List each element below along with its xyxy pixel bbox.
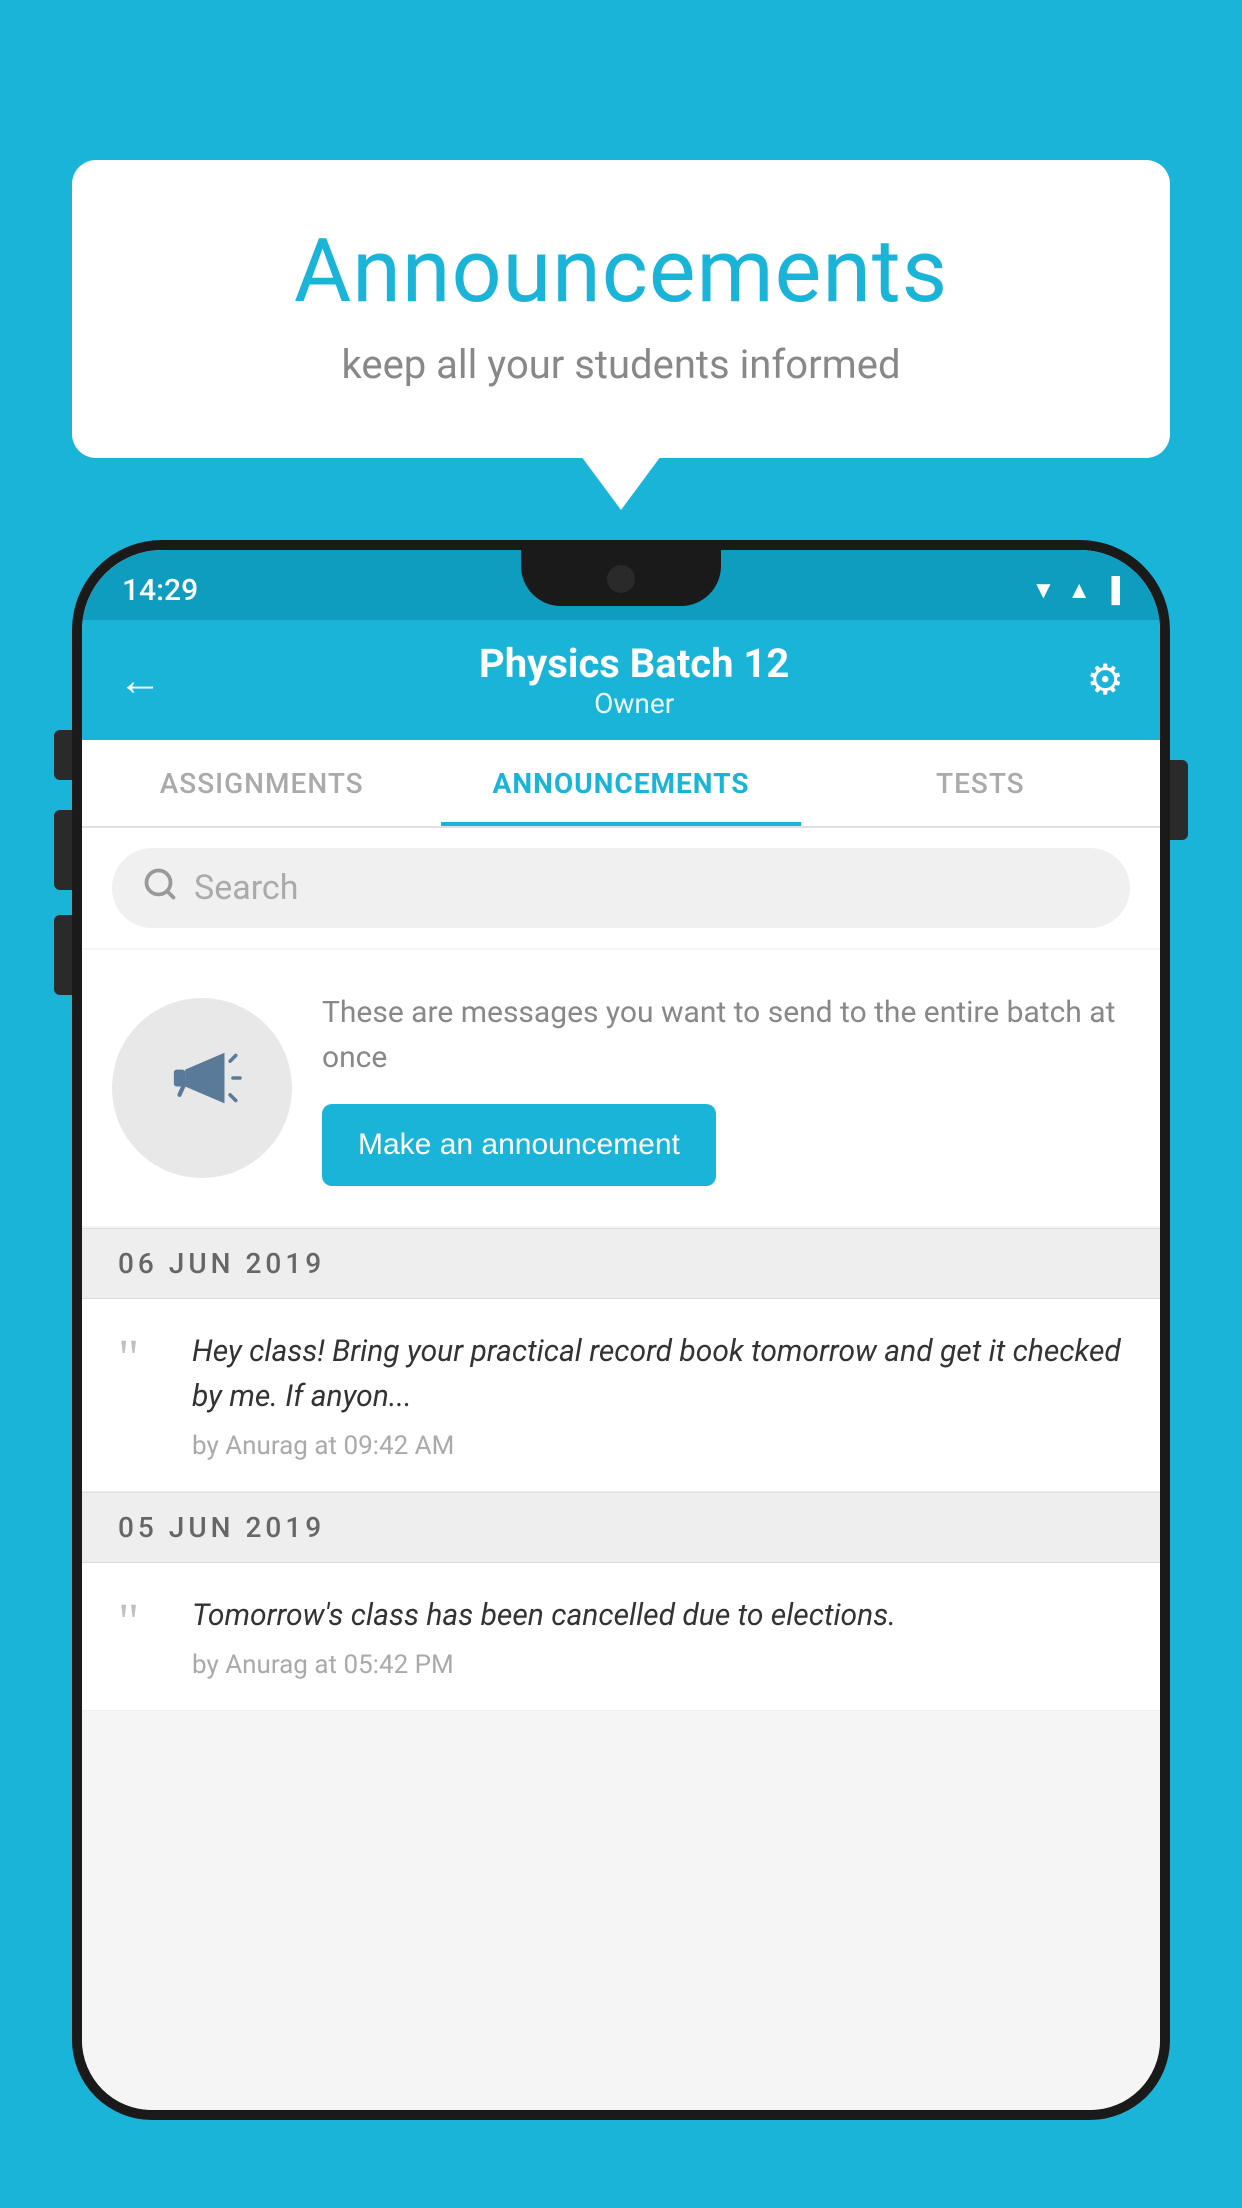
- promo-card: These are messages you want to send to t…: [82, 950, 1160, 1226]
- announcement-item-2[interactable]: " Tomorrow's class has been cancelled du…: [82, 1563, 1160, 1711]
- volume-down-button: [54, 915, 72, 995]
- phone-outer: 14:29 ▼ ▲ ▐ ← Physics Batch 12 Owner ⚙: [72, 540, 1170, 2120]
- announcement-content-1: Hey class! Bring your practical record b…: [192, 1329, 1124, 1461]
- signal-icon: ▲: [1067, 576, 1091, 605]
- search-icon: [142, 866, 178, 911]
- announcement-content-2: Tomorrow's class has been cancelled due …: [192, 1593, 1124, 1680]
- power-button: [54, 730, 72, 780]
- promo-icon-circle: [112, 998, 292, 1178]
- batch-title: Physics Batch 12: [182, 640, 1086, 687]
- speech-bubble-container: Announcements keep all your students inf…: [72, 160, 1170, 458]
- tabs-container: ASSIGNMENTS ANNOUNCEMENTS TESTS: [82, 740, 1160, 828]
- make-announcement-button[interactable]: Make an announcement: [322, 1104, 716, 1186]
- speech-bubble: Announcements keep all your students inf…: [72, 160, 1170, 458]
- quote-icon-1: ": [118, 1333, 168, 1385]
- content-area: Search: [82, 828, 1160, 2110]
- date-separator-1: 06 JUN 2019: [82, 1228, 1160, 1299]
- announcement-meta-2: by Anurag at 05:42 PM: [192, 1650, 1124, 1680]
- tab-announcements[interactable]: ANNOUNCEMENTS: [441, 740, 800, 826]
- megaphone-icon: [157, 1033, 247, 1143]
- phone-notch: [521, 550, 721, 606]
- search-bar[interactable]: Search: [112, 848, 1130, 928]
- promo-description: These are messages you want to send to t…: [322, 990, 1130, 1080]
- app-bar-title-section: Physics Batch 12 Owner: [182, 640, 1086, 720]
- announcement-text-2: Tomorrow's class has been cancelled due …: [192, 1593, 1124, 1638]
- search-bar-container: Search: [82, 828, 1160, 948]
- search-placeholder: Search: [194, 868, 298, 908]
- volume-up-button: [54, 810, 72, 890]
- quote-icon-2: ": [118, 1597, 168, 1649]
- tab-assignments[interactable]: ASSIGNMENTS: [82, 740, 441, 826]
- announcement-item-1[interactable]: " Hey class! Bring your practical record…: [82, 1299, 1160, 1492]
- tab-tests[interactable]: TESTS: [801, 740, 1160, 826]
- settings-icon[interactable]: ⚙: [1086, 655, 1124, 705]
- app-bar: ← Physics Batch 12 Owner ⚙: [82, 620, 1160, 740]
- speech-bubble-subtitle: keep all your students informed: [152, 341, 1090, 388]
- batch-role: Owner: [182, 687, 1086, 720]
- back-button[interactable]: ←: [118, 654, 162, 706]
- announcement-meta-1: by Anurag at 09:42 AM: [192, 1431, 1124, 1461]
- speech-bubble-title: Announcements: [152, 220, 1090, 323]
- announcement-text-1: Hey class! Bring your practical record b…: [192, 1329, 1124, 1419]
- front-camera: [607, 565, 635, 593]
- wifi-icon: ▼: [1031, 576, 1055, 605]
- promo-content: These are messages you want to send to t…: [322, 990, 1130, 1186]
- date-separator-2: 05 JUN 2019: [82, 1492, 1160, 1563]
- status-time: 14:29: [122, 573, 198, 608]
- phone-container: 14:29 ▼ ▲ ▐ ← Physics Batch 12 Owner ⚙: [72, 540, 1170, 2208]
- volume-button-right: [1170, 760, 1188, 840]
- battery-icon: ▐: [1103, 576, 1120, 605]
- phone-screen: 14:29 ▼ ▲ ▐ ← Physics Batch 12 Owner ⚙: [82, 550, 1160, 2110]
- status-icons: ▼ ▲ ▐: [1031, 576, 1120, 605]
